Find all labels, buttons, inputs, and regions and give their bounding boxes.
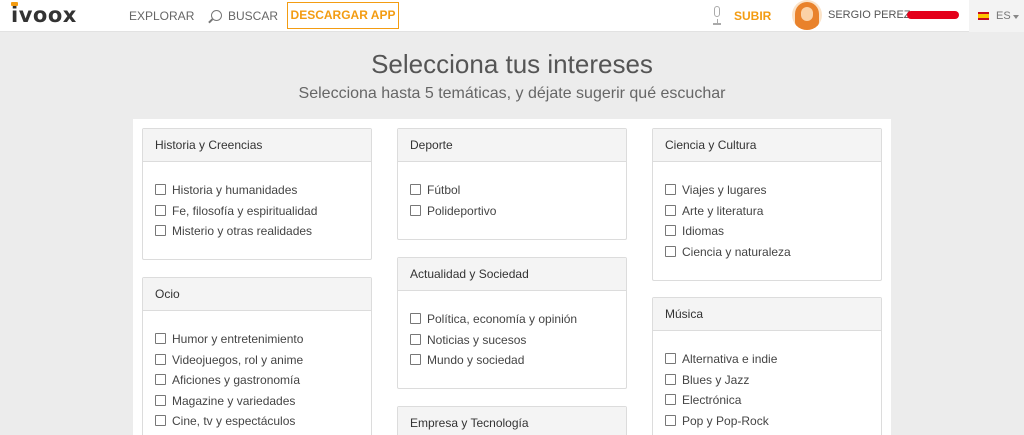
- category-title: Historia y Creencias: [143, 129, 371, 162]
- category-card-musica: Música Alternativa e indie Blues y Jazz …: [652, 297, 882, 435]
- checkbox[interactable]: [410, 313, 421, 324]
- category-card-ocio: Ocio Humor y entretenimiento Videojuegos…: [142, 277, 372, 435]
- interest-label: Alternativa e indie: [682, 352, 778, 366]
- category-title: Ocio: [143, 278, 371, 311]
- checkbox[interactable]: [155, 225, 166, 236]
- interest-label: Magazine y variedades: [172, 393, 296, 408]
- language-label[interactable]: ES: [996, 10, 1011, 22]
- category-title: Empresa y Tecnología: [398, 407, 626, 435]
- checkbox[interactable]: [155, 374, 166, 385]
- checkbox[interactable]: [665, 245, 676, 257]
- interest-label: Misterio y otras realidades: [172, 224, 313, 238]
- interest-option[interactable]: Aficiones y gastronomía: [155, 373, 371, 394]
- interest-label: Humor y entretenimiento: [172, 332, 304, 346]
- checkbox[interactable]: [155, 184, 166, 195]
- ivoox-logo[interactable]: ivoox: [11, 3, 77, 27]
- interest-label: Viajes y lugares: [682, 183, 767, 197]
- interest-option[interactable]: Cine, tv y espectáculos: [155, 414, 371, 435]
- interest-option[interactable]: Misterio y otras realidades: [155, 224, 371, 245]
- interest-label: Blues y Jazz: [682, 372, 750, 387]
- interest-option[interactable]: Ciencia y naturaleza: [665, 245, 881, 266]
- checkbox[interactable]: [155, 353, 166, 365]
- interest-option[interactable]: Polideportivo: [410, 204, 626, 225]
- interest-option[interactable]: Arte y literatura: [665, 204, 881, 225]
- spain-flag-icon: [978, 12, 989, 20]
- interest-option[interactable]: Política, economía y opinión: [410, 312, 626, 333]
- category-card-ciencia: Ciencia y Cultura Viajes y lugares Arte …: [652, 128, 882, 281]
- interest-option[interactable]: Blues y Jazz: [665, 373, 881, 394]
- interest-option[interactable]: Alternativa e indie: [665, 352, 881, 373]
- interest-option[interactable]: Magazine y variedades: [155, 394, 371, 415]
- interest-label: Ciencia y naturaleza: [682, 244, 791, 259]
- interests-panel: Historia y Creencias Historia y humanida…: [133, 119, 891, 435]
- checkbox[interactable]: [410, 204, 421, 216]
- category-card-historia: Historia y Creencias Historia y humanida…: [142, 128, 372, 260]
- interest-label: Electrónica: [682, 393, 742, 407]
- checkbox[interactable]: [155, 333, 166, 344]
- interest-label: Arte y literatura: [682, 203, 764, 218]
- checkbox[interactable]: [665, 204, 676, 216]
- category-title: Deporte: [398, 129, 626, 162]
- logo-text: ivoox: [11, 3, 77, 27]
- chevron-down-icon[interactable]: [1013, 15, 1019, 19]
- interest-label: Noticias y sucesos: [427, 332, 527, 347]
- interest-option[interactable]: Electrónica: [665, 393, 881, 414]
- interest-label: Pop y Pop-Rock: [682, 413, 769, 428]
- category-title: Actualidad y Sociedad: [398, 258, 626, 291]
- interest-option[interactable]: Idiomas: [665, 224, 881, 245]
- checkbox[interactable]: [410, 184, 421, 195]
- category-title: Ciencia y Cultura: [653, 129, 881, 162]
- interest-option[interactable]: Historia y humanidades: [155, 183, 371, 204]
- microphone-icon[interactable]: [712, 6, 722, 26]
- checkbox[interactable]: [665, 414, 676, 426]
- category-card-actualidad: Actualidad y Sociedad Política, economía…: [397, 257, 627, 389]
- interest-option[interactable]: Mundo y sociedad: [410, 353, 626, 374]
- interest-label: Política, economía y opinión: [427, 312, 578, 326]
- interest-option[interactable]: Fe, filosofía y espiritualidad: [155, 204, 371, 225]
- interest-label: Idiomas: [682, 224, 725, 238]
- checkbox[interactable]: [155, 204, 166, 216]
- checkbox[interactable]: [665, 394, 676, 405]
- nav-search-link[interactable]: BUSCAR: [211, 9, 278, 23]
- top-navigation-bar: ivoox EXPLORAR BUSCAR DESCARGAR APP SUBI…: [0, 0, 1024, 32]
- page-subtitle: Selecciona hasta 5 temáticas, y déjate s…: [298, 85, 726, 102]
- category-title: Música: [653, 298, 881, 331]
- category-card-empresa: Empresa y Tecnología: [397, 406, 627, 435]
- nav-search-label: BUSCAR: [228, 9, 279, 23]
- checkbox[interactable]: [665, 184, 676, 195]
- page-title: Selecciona tus intereses: [371, 49, 653, 79]
- interest-label: Cine, tv y espectáculos: [172, 414, 296, 428]
- checkbox[interactable]: [665, 353, 676, 364]
- checkbox[interactable]: [155, 394, 166, 406]
- interest-option[interactable]: Humor y entretenimiento: [155, 332, 371, 353]
- interest-label: Historia y humanidades: [172, 183, 298, 197]
- user-name[interactable]: SERGIO PEREZ: [828, 9, 911, 22]
- interest-option[interactable]: Fútbol: [410, 183, 626, 204]
- interest-label: Mundo y sociedad: [427, 353, 525, 367]
- nav-explore-link[interactable]: EXPLORAR: [129, 9, 194, 23]
- interest-option[interactable]: Videojuegos, rol y anime: [155, 353, 371, 374]
- checkbox[interactable]: [665, 225, 676, 236]
- search-icon: [211, 10, 222, 21]
- redacted-surname: [907, 11, 959, 19]
- checkbox[interactable]: [410, 354, 421, 365]
- interest-label: Aficiones y gastronomía: [172, 373, 301, 387]
- interest-option[interactable]: Noticias y sucesos: [410, 333, 626, 354]
- checkbox[interactable]: [155, 415, 166, 426]
- avatar[interactable]: [792, 0, 822, 30]
- checkbox[interactable]: [410, 333, 421, 345]
- interest-option[interactable]: Viajes y lugares: [665, 183, 881, 204]
- interest-label: Fútbol: [427, 183, 461, 197]
- interest-label: Fe, filosofía y espiritualidad: [172, 203, 318, 218]
- interest-label: Videojuegos, rol y anime: [172, 352, 304, 367]
- interest-label: Polideportivo: [427, 203, 497, 218]
- category-card-deporte: Deporte Fútbol Polideportivo: [397, 128, 627, 240]
- interest-option[interactable]: Pop y Pop-Rock: [665, 414, 881, 435]
- checkbox[interactable]: [665, 373, 676, 385]
- download-app-button[interactable]: DESCARGAR APP: [287, 2, 399, 29]
- upload-link[interactable]: SUBIR: [734, 9, 771, 23]
